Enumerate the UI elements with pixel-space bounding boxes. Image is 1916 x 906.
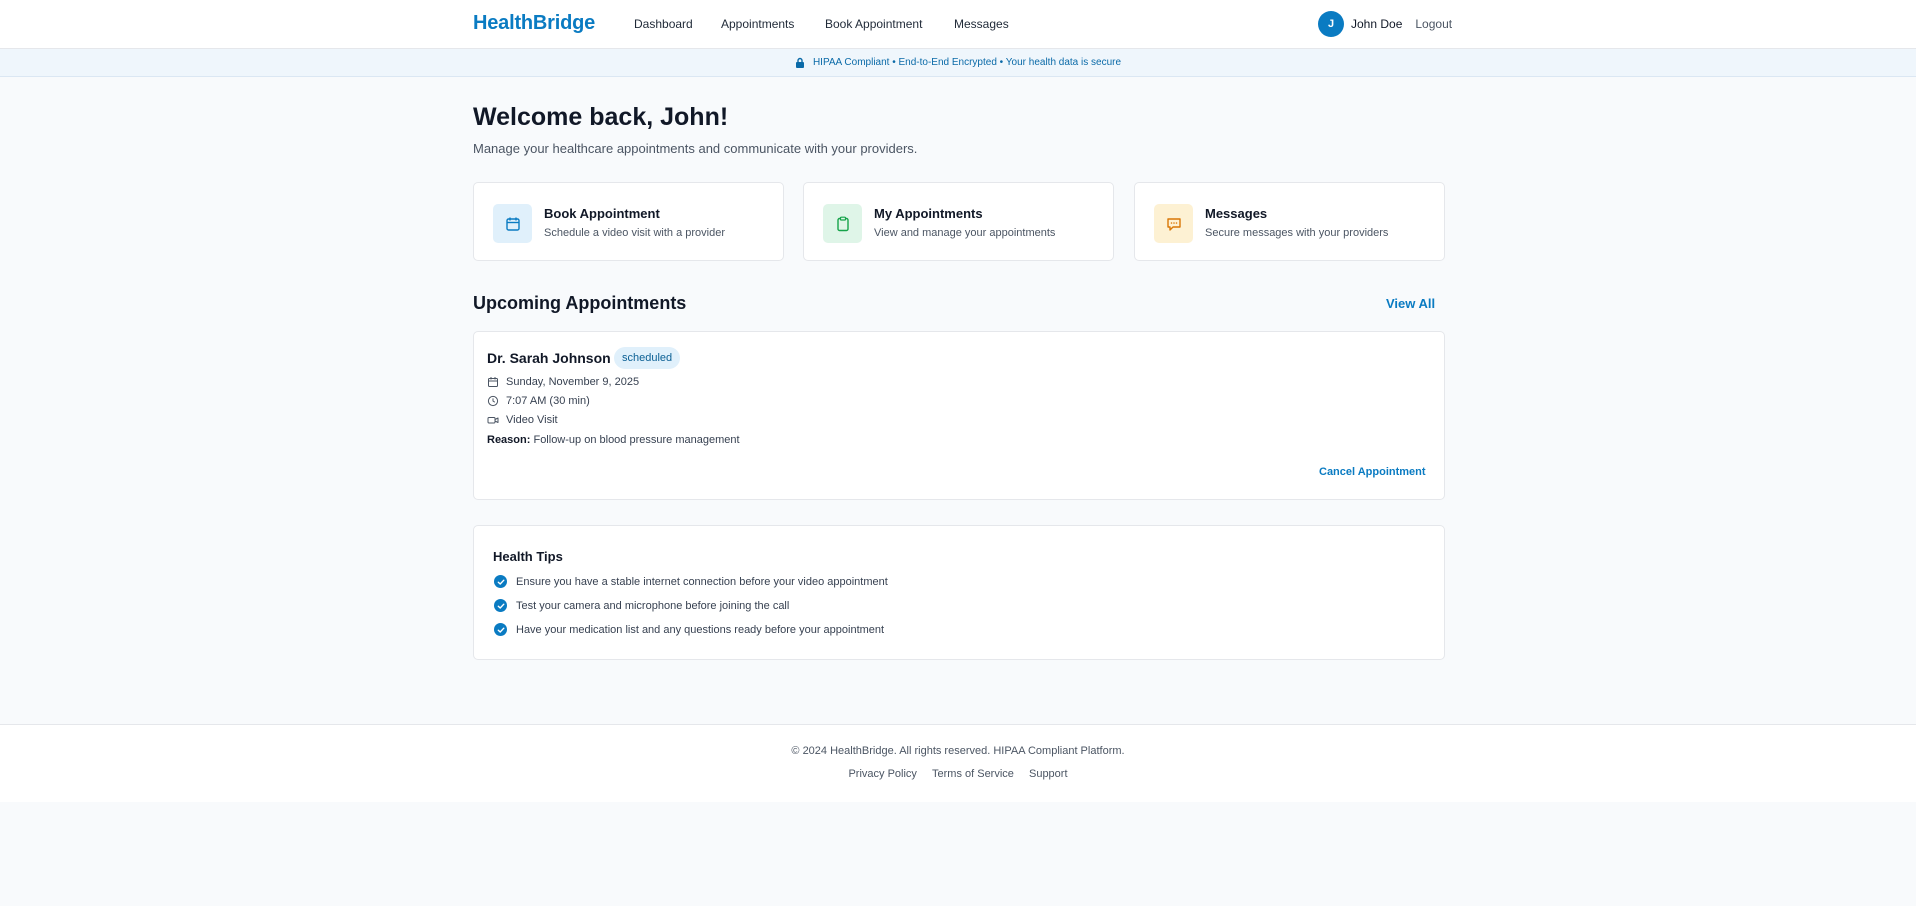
check-circle-icon <box>494 599 507 612</box>
security-banner: HIPAA Compliant • End-to-End Encrypted •… <box>0 49 1916 77</box>
logout-button[interactable]: Logout <box>1415 17 1452 31</box>
appointment-type: Video Visit <box>487 414 558 426</box>
user-menu: J John Doe Logout <box>1318 11 1452 37</box>
appointment-date: Sunday, November 9, 2025 <box>487 376 639 388</box>
reason-label: Reason: <box>487 434 531 446</box>
quick-action-description: Schedule a video visit with a provider <box>544 227 725 239</box>
tip-text: Ensure you have a stable internet connec… <box>516 575 888 588</box>
page-subtitle: Manage your healthcare appointments and … <box>473 141 918 156</box>
view-all-link[interactable]: View All <box>1386 296 1435 311</box>
page-title: Welcome back, John! <box>473 103 729 131</box>
health-tips-title: Health Tips <box>493 549 563 564</box>
doctor-name: Dr. Sarah Johnson <box>487 350 611 366</box>
top-navbar: HealthBridge Dashboard Appointments Book… <box>0 0 1916 49</box>
quick-action-my-appointments[interactable]: My Appointments View and manage your app… <box>803 182 1114 261</box>
clipboard-icon <box>823 204 862 243</box>
privacy-policy-link[interactable]: Privacy Policy <box>848 768 916 780</box>
quick-action-title: Messages <box>1205 206 1268 221</box>
nav-appointments[interactable]: Appointments <box>721 17 794 31</box>
list-item: Have your medication list and any questi… <box>494 623 884 636</box>
user-name: John Doe <box>1351 17 1403 31</box>
footer: © 2024 HealthBridge. All rights reserved… <box>0 724 1916 802</box>
terms-of-service-link[interactable]: Terms of Service <box>932 768 1014 780</box>
upcoming-appointments-title: Upcoming Appointments <box>473 293 687 313</box>
appointment-date-text: Sunday, November 9, 2025 <box>506 376 640 388</box>
quick-action-description: Secure messages with your providers <box>1205 227 1389 239</box>
avatar[interactable]: J <box>1318 11 1344 37</box>
list-item: Ensure you have a stable internet connec… <box>494 575 888 588</box>
quick-action-messages[interactable]: Messages Secure messages with your provi… <box>1134 182 1445 261</box>
appointment-reason: Reason: Follow-up on blood pressure mana… <box>487 434 740 446</box>
list-item: Test your camera and microphone before j… <box>494 599 789 612</box>
reason-text: Follow-up on blood pressure management <box>533 434 740 446</box>
appointment-card: Dr. Sarah Johnson scheduled Sunday, Nove… <box>473 331 1445 500</box>
appointment-time-text: 7:07 AM (30 min) <box>506 395 590 407</box>
quick-action-title: Book Appointment <box>544 206 660 221</box>
clock-icon <box>487 395 499 407</box>
copyright-text: © 2024 HealthBridge. All rights reserved… <box>791 745 1125 757</box>
tip-text: Test your camera and microphone before j… <box>516 599 790 612</box>
quick-action-description: View and manage your appointments <box>874 227 1056 239</box>
lock-icon <box>795 57 805 68</box>
calendar-icon <box>493 204 532 243</box>
brand-logo[interactable]: HealthBridge <box>473 12 595 35</box>
security-banner-text: HIPAA Compliant • End-to-End Encrypted •… <box>812 57 1122 68</box>
appointment-time: 7:07 AM (30 min) <box>487 395 590 407</box>
nav-dashboard[interactable]: Dashboard <box>634 17 693 31</box>
quick-action-book-appointment[interactable]: Book Appointment Schedule a video visit … <box>473 182 784 261</box>
nav-messages[interactable]: Messages <box>954 17 1009 31</box>
appointment-type-text: Video Visit <box>506 414 558 426</box>
health-tips-card: Health Tips Ensure you have a stable int… <box>473 525 1445 660</box>
cancel-appointment-button[interactable]: Cancel Appointment <box>1319 466 1426 478</box>
chat-icon <box>1154 204 1193 243</box>
footer-links: Privacy Policy Terms of Service Support <box>0 768 1916 780</box>
support-link[interactable]: Support <box>1029 768 1068 780</box>
quick-action-title: My Appointments <box>874 206 983 221</box>
check-circle-icon <box>494 623 507 636</box>
tip-text: Have your medication list and any questi… <box>516 623 885 636</box>
nav-book-appointment[interactable]: Book Appointment <box>825 17 922 31</box>
status-badge: scheduled <box>614 347 681 369</box>
check-circle-icon <box>494 575 507 588</box>
video-icon <box>487 414 499 426</box>
calendar-icon <box>487 376 499 388</box>
